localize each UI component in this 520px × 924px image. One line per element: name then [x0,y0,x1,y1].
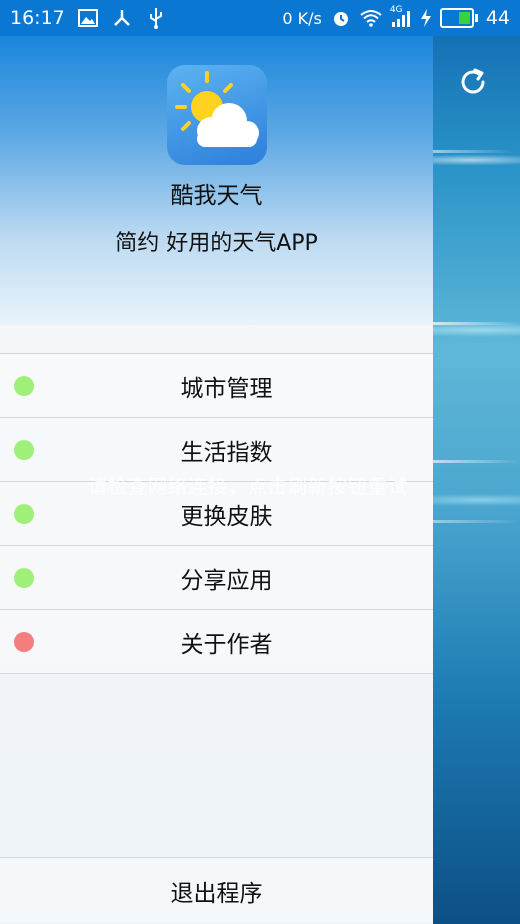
battery-fill [458,12,470,24]
image-icon [77,7,99,29]
signal-type: 4G [389,5,403,15]
status-time: 16:17 [10,7,65,29]
refresh-icon [461,68,485,94]
light-streak [433,322,520,325]
refresh-button[interactable] [455,64,491,100]
battery-level: 44 [485,7,510,29]
battery-icon [439,8,478,28]
drawer-header: 酷我天气 简约 好用的天气APP [0,36,433,325]
status-bar: 16:17 0 K/s 4G 44 [0,0,520,36]
light-streak [433,150,513,153]
exit-button[interactable]: 退出程序 [0,857,433,923]
signal-icon: 4G [389,5,412,29]
status-dot [14,376,34,396]
weather-sun-cloud-icon [167,65,267,165]
menu-item-about-author[interactable]: 关于作者 [0,609,433,674]
status-dot [14,504,34,524]
menu-item-label: 更换皮肤 [180,503,273,530]
light-streak [433,520,520,523]
drawer-menu: 城市管理 生活指数 更换皮肤 分享应用 关于作者 [0,353,433,674]
app-name: 酷我天气 [170,183,263,209]
toast-message: 请检查网络连接，点击刷新按钮重试 [88,476,409,498]
alarm-icon [330,7,352,29]
menu-item-label: 关于作者 [180,631,273,658]
usb-tether-icon [111,7,133,29]
wifi-icon [360,7,382,29]
menu-item-city-management[interactable]: 城市管理 [0,353,433,417]
menu-item-label: 城市管理 [180,375,273,402]
menu-item-share-app[interactable]: 分享应用 [0,545,433,609]
status-dot [14,440,34,460]
charging-icon [420,7,432,29]
menu-item-label: 生活指数 [180,439,273,466]
usb-icon [145,7,167,29]
net-speed: 0 K/s [282,8,322,28]
status-dot [14,568,34,588]
menu-item-label: 分享应用 [180,567,273,594]
app-slogan: 简约 好用的天气APP [115,231,318,256]
status-dot [14,632,34,652]
light-streak [433,460,520,463]
